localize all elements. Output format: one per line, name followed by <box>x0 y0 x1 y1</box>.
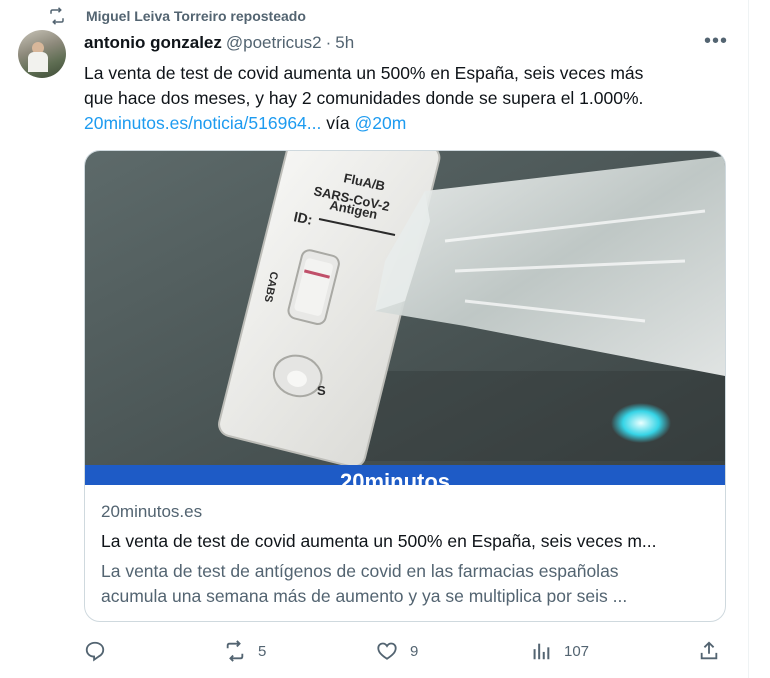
tweet-text-line: que hace dos meses, y hay 2 comunidades … <box>84 88 644 108</box>
s-label: S <box>317 383 326 398</box>
card-image[interactable]: FluA/B SARS-CoV-2 Antigen ID: CABS S 20m… <box>85 151 725 485</box>
article-link[interactable]: 20minutos.es/noticia/516964... <box>84 113 321 133</box>
card-description-line: acumula una semana más de aumento y ya s… <box>101 586 628 606</box>
via-text: vía <box>326 113 350 133</box>
like-button[interactable]: 9 <box>376 636 418 666</box>
mention-link[interactable]: @20m <box>355 113 407 133</box>
repost-label: Miguel Leiva Torreiro reposteado <box>86 8 306 24</box>
reply-button[interactable] <box>84 636 118 666</box>
retweet-count: 5 <box>258 642 267 660</box>
tweet-header: antonio gonzalez @poetricus2 · 5h <box>84 33 354 53</box>
tweet-link-line: 20minutos.es/noticia/516964... vía @20m <box>84 111 724 136</box>
views-button[interactable]: 107 <box>530 636 589 666</box>
views-count: 107 <box>564 642 590 660</box>
reply-icon <box>85 641 105 662</box>
tweet-text-line: La venta de test de covid aumenta un 500… <box>84 63 644 83</box>
retweet-icon <box>226 640 244 662</box>
heart-icon <box>377 642 397 660</box>
avatar[interactable] <box>18 30 66 78</box>
banner-text: 20minutos <box>340 469 450 485</box>
card-domain: 20minutos.es <box>101 502 203 521</box>
author-handle[interactable]: @poetricus2 <box>226 33 322 53</box>
like-count: 9 <box>410 642 419 660</box>
separator: · <box>325 33 332 52</box>
retweet-button[interactable]: 5 <box>224 636 266 666</box>
card-title: La venta de test de covid aumenta un 500… <box>101 531 657 551</box>
repost-icon <box>50 7 64 25</box>
views-chart-icon <box>533 643 550 660</box>
action-bar: 5 9 107 <box>84 636 724 666</box>
card-description-line: La venta de test de antígenos de covid e… <box>101 561 619 581</box>
tweet-text: La venta de test de covid aumenta un 500… <box>84 61 724 136</box>
link-card[interactable]: FluA/B SARS-CoV-2 Antigen ID: CABS S 20m… <box>84 150 726 622</box>
share-icon <box>700 641 718 660</box>
card-description: La venta de test de antígenos de covid e… <box>101 559 711 609</box>
repost-indicator[interactable]: Miguel Leiva Torreiro reposteado <box>48 6 306 26</box>
author-name[interactable]: antonio gonzalez <box>84 33 222 53</box>
share-button[interactable] <box>698 636 732 666</box>
test-kit-photo: FluA/B SARS-CoV-2 Antigen ID: CABS S 20m… <box>85 151 725 485</box>
tweet[interactable]: Miguel Leiva Torreiro reposteado antonio… <box>0 0 749 678</box>
more-options-icon[interactable]: ••• <box>704 31 728 54</box>
timestamp[interactable]: 5h <box>335 33 354 53</box>
